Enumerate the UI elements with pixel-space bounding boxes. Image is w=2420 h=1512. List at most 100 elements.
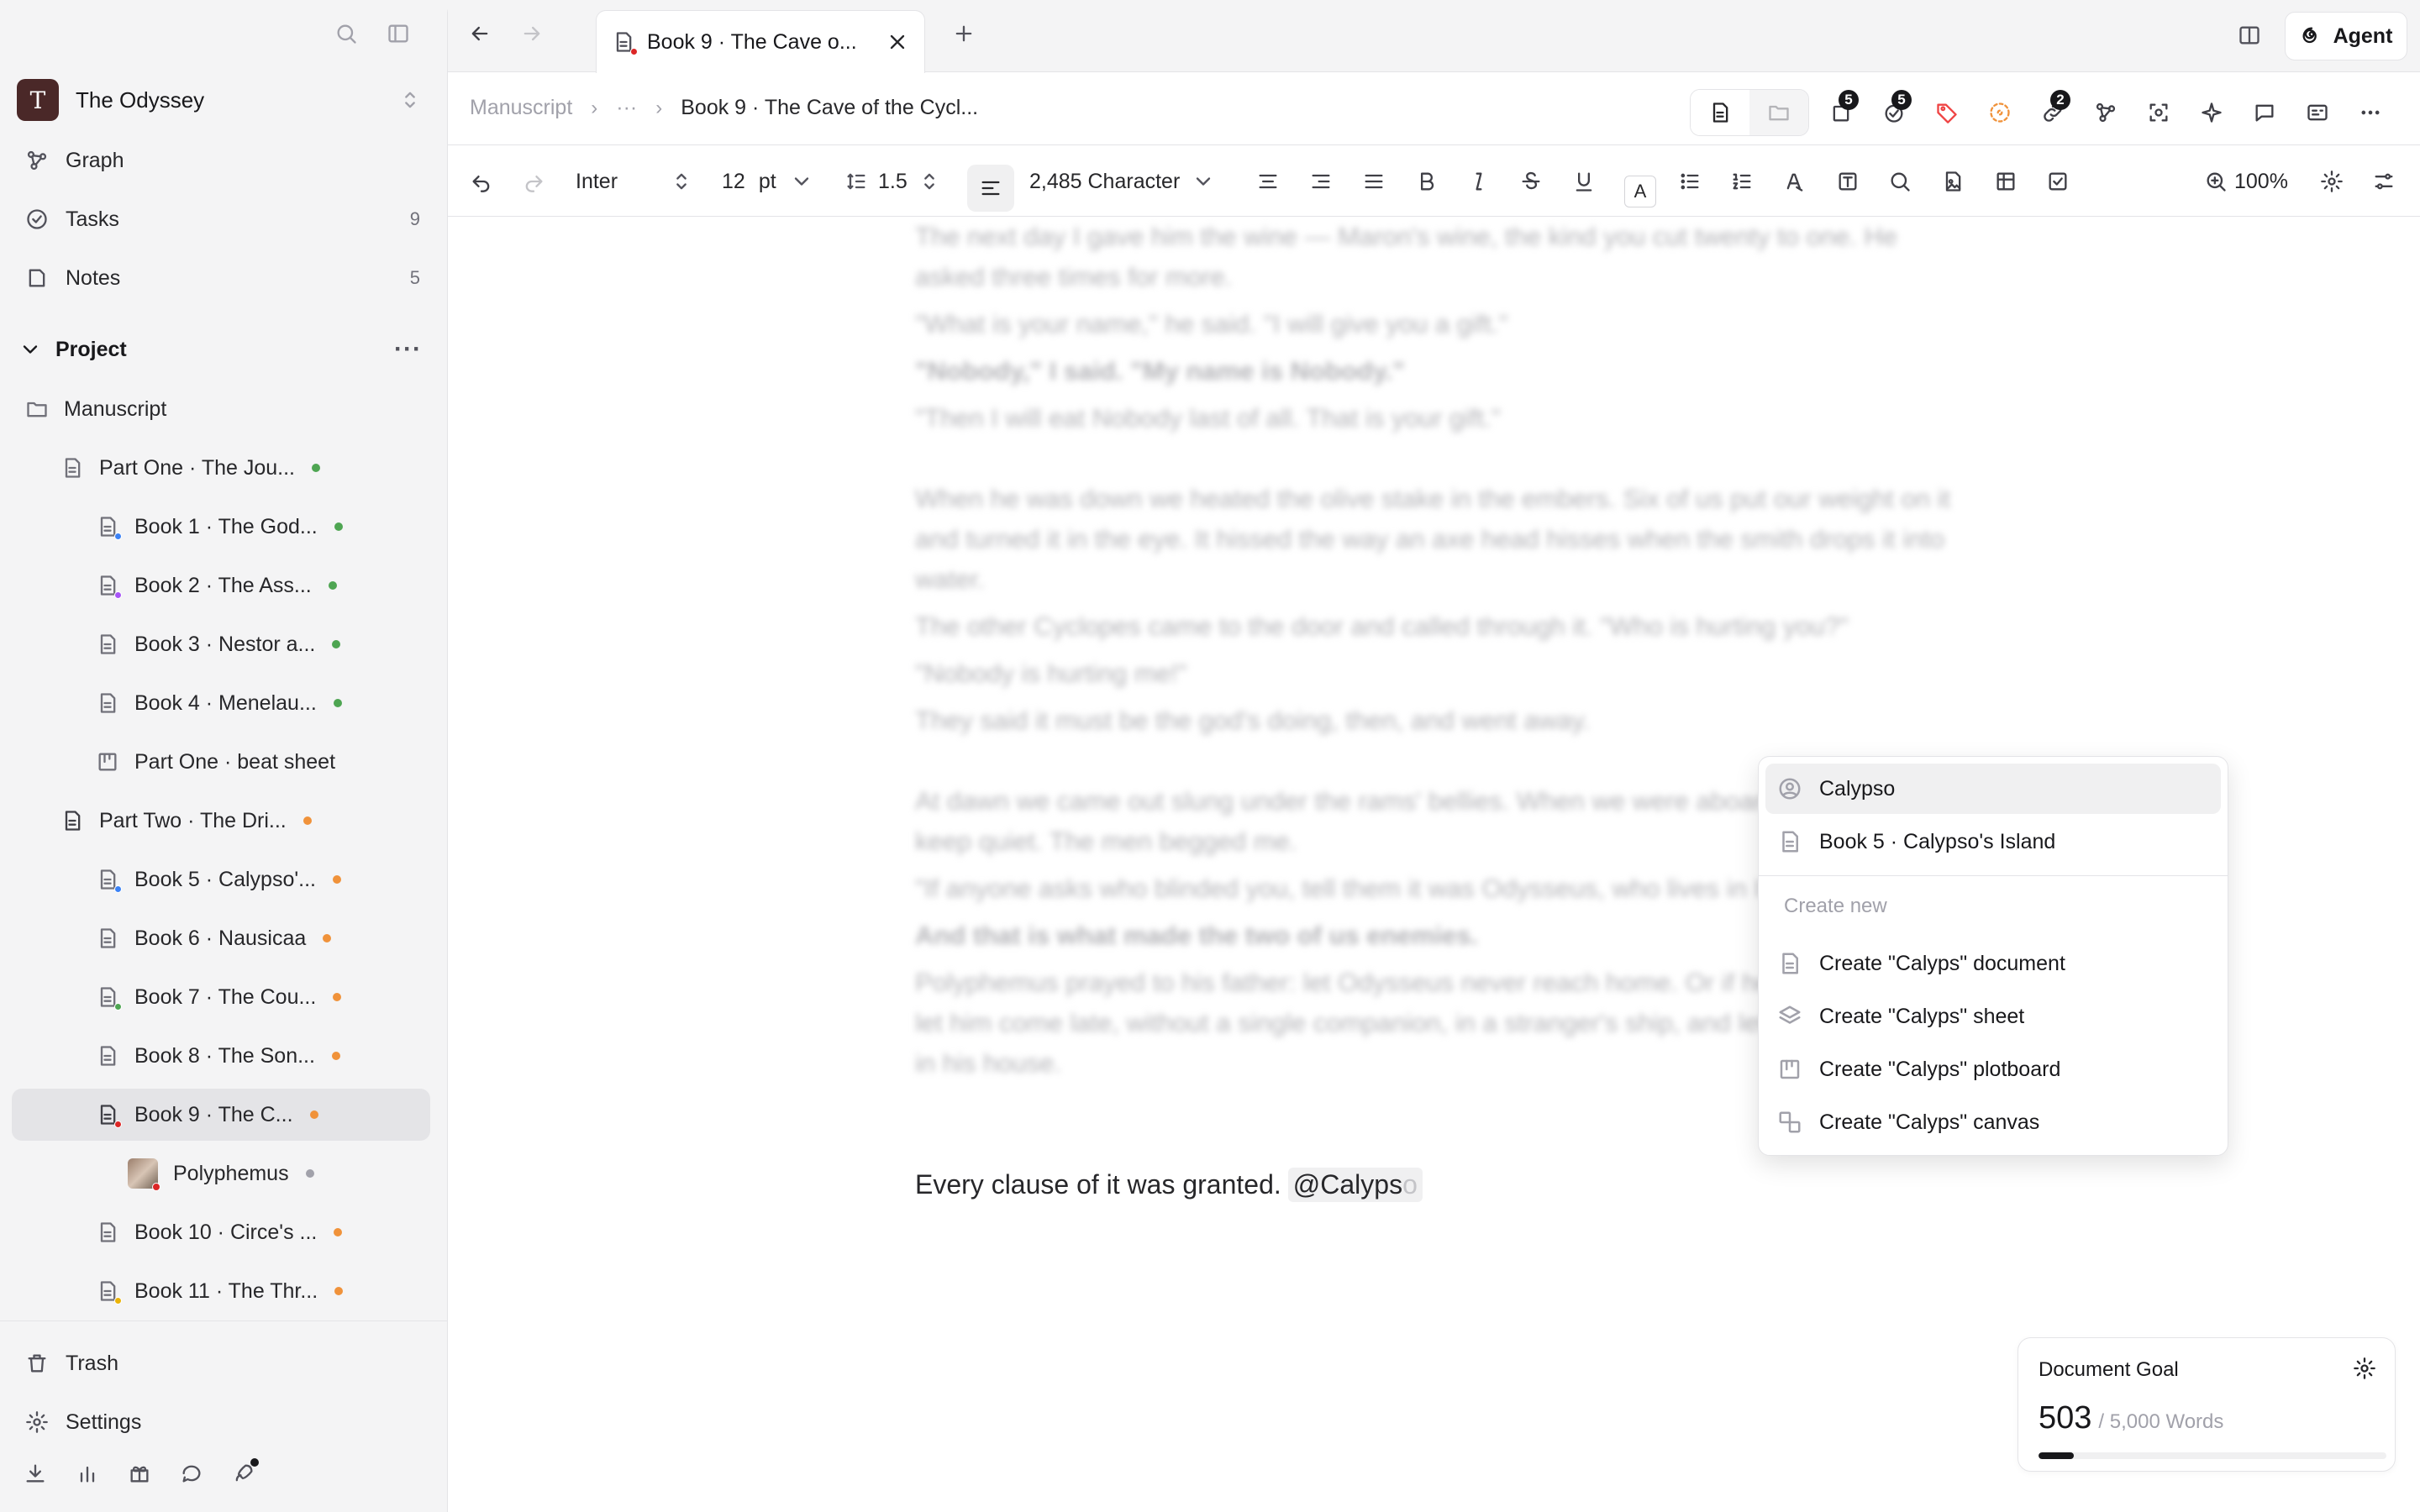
nav-notes[interactable]: Notes 5 xyxy=(25,257,420,299)
strikethrough-icon[interactable] xyxy=(1519,145,1543,218)
find-icon[interactable] xyxy=(1888,145,1912,218)
nav-trash[interactable]: Trash xyxy=(25,1342,420,1384)
font-size-select[interactable]: 12 pt xyxy=(722,145,813,218)
mention-option-calypso[interactable]: Calypso xyxy=(1765,764,2221,814)
gear-icon[interactable] xyxy=(2320,145,2344,218)
gear-icon[interactable] xyxy=(2353,1357,2376,1380)
font-size-value: 12 xyxy=(722,169,745,193)
tag-icon[interactable] xyxy=(1920,90,1973,135)
zoom-control[interactable]: 100% xyxy=(2204,145,2288,218)
tasks-icon[interactable]: 5 xyxy=(1867,90,1920,135)
sliders-icon[interactable] xyxy=(2372,145,2396,218)
links-badge: 2 xyxy=(2050,90,2070,110)
more-icon[interactable]: ··· xyxy=(394,335,422,364)
tree-item-part-one[interactable]: Part One · The Jou... xyxy=(12,442,430,494)
clear-format-icon[interactable] xyxy=(1783,145,1807,218)
sparkle-icon[interactable] xyxy=(2185,90,2238,135)
outline-icon[interactable]: 5 xyxy=(1814,90,1867,135)
tree-item-book-2[interactable]: Book 2 · The Ass... xyxy=(12,559,430,612)
tree-item-book-7[interactable]: Book 7 · The Cou... xyxy=(12,971,430,1023)
more-icon[interactable] xyxy=(2344,90,2396,135)
nav-settings[interactable]: Settings xyxy=(25,1401,420,1443)
text-box-icon[interactable] xyxy=(1836,145,1860,218)
redo-icon[interactable] xyxy=(522,145,545,218)
nav-graph[interactable]: Graph xyxy=(25,139,420,181)
current-line[interactable]: Every clause of it was granted. @Calypso xyxy=(915,1168,1423,1202)
document-view-icon[interactable] xyxy=(1691,90,1749,135)
create-document-option[interactable]: Create "Calyps" document xyxy=(1765,938,2221,989)
gift-icon[interactable] xyxy=(128,1462,151,1485)
table-icon[interactable] xyxy=(1994,145,2018,218)
sidebar-toggle-icon[interactable] xyxy=(387,22,410,45)
chat-icon[interactable] xyxy=(180,1462,203,1485)
justify-icon[interactable] xyxy=(1362,145,1386,218)
count-select[interactable]: 2,485 Character xyxy=(1029,145,1215,218)
alignment-button[interactable] xyxy=(967,145,1014,218)
stats-icon[interactable] xyxy=(76,1462,99,1485)
create-plotboard-option[interactable]: Create "Calyps" plotboard xyxy=(1765,1044,2221,1095)
breadcrumb-current: Book 9 · The Cave of the Cycl... xyxy=(681,96,979,119)
numbered-list-icon[interactable] xyxy=(1730,145,1754,218)
document-icon xyxy=(1782,831,1798,853)
tree-item-book-8[interactable]: Book 8 · The Son... xyxy=(12,1030,430,1082)
bold-icon[interactable] xyxy=(1415,145,1439,218)
tree-item-beat-sheet[interactable]: Part One · beat sheet xyxy=(12,736,430,788)
document-icon xyxy=(96,985,122,1011)
close-icon[interactable] xyxy=(886,30,909,54)
breadcrumb-root[interactable]: Manuscript xyxy=(470,96,572,120)
focus-icon[interactable] xyxy=(2132,90,2185,135)
tree-item-book-3[interactable]: Book 3 · Nestor a... xyxy=(12,618,430,670)
tree-item-book-1[interactable]: Book 1 · The God... xyxy=(12,501,430,553)
tab-book-9[interactable]: Book 9 · The Cave o... xyxy=(596,10,925,73)
checkbox-icon[interactable] xyxy=(2046,145,2070,218)
editor-paragraph: They said it must be the god's doing, th… xyxy=(915,706,1591,735)
card-icon[interactable] xyxy=(2291,90,2344,135)
comment-icon[interactable] xyxy=(2238,90,2291,135)
search-icon[interactable] xyxy=(334,22,358,45)
create-sheet-option[interactable]: Create "Calyps" sheet xyxy=(1765,991,2221,1042)
link-icon[interactable]: 2 xyxy=(2026,90,2079,135)
italic-icon[interactable] xyxy=(1467,145,1491,218)
forward-arrow-icon[interactable] xyxy=(520,22,544,45)
status-icon[interactable] xyxy=(1973,90,2026,135)
tree-item-book-6[interactable]: Book 6 · Nausicaa xyxy=(12,912,430,964)
tree-item-book-11[interactable]: Book 11 · The Thr... xyxy=(12,1265,430,1317)
project-section-header[interactable]: Project ··· xyxy=(18,329,422,370)
chevron-down-icon xyxy=(794,177,808,186)
breadcrumb-ellipsis[interactable]: ··· xyxy=(616,96,637,120)
split-view-icon[interactable] xyxy=(2238,24,2261,47)
image-icon[interactable] xyxy=(1941,145,1965,218)
workspace-switcher[interactable]: T The Odyssey xyxy=(17,79,422,121)
bullet-list-icon[interactable] xyxy=(1678,145,1702,218)
tree-item-book-4[interactable]: Book 4 · Menelau... xyxy=(12,677,430,729)
folder-view-icon[interactable] xyxy=(1749,90,1808,135)
font-family-select[interactable]: Inter xyxy=(576,145,693,218)
undo-icon[interactable] xyxy=(470,145,493,218)
mention-option-book-5[interactable]: Book 5 · Calypso's Island xyxy=(1765,816,2221,867)
plotboard-icon xyxy=(1780,1059,1800,1079)
align-right-icon[interactable] xyxy=(1309,145,1333,218)
create-canvas-option[interactable]: Create "Calyps" canvas xyxy=(1765,1097,2221,1147)
align-center-icon[interactable] xyxy=(1256,145,1280,218)
tab-title: Book 9 · The Cave o... xyxy=(647,29,857,54)
agent-button[interactable]: Agent xyxy=(2285,12,2407,60)
rocket-icon[interactable] xyxy=(232,1458,259,1485)
line-height-select[interactable]: 1.5 xyxy=(844,145,941,218)
tree-item-label: Book 7 · The Cou... xyxy=(134,984,317,1009)
back-arrow-icon[interactable] xyxy=(468,22,492,45)
tree-item-polyphemus[interactable]: Polyphemus xyxy=(12,1147,430,1200)
tree-item-book-10[interactable]: Book 10 · Circe's ... xyxy=(12,1206,430,1258)
current-line-text: Every clause of it was granted. xyxy=(915,1169,1281,1200)
status-dot xyxy=(333,699,342,707)
tree-item-book-9[interactable]: Book 9 · The C... xyxy=(12,1089,430,1141)
tree-item-book-5[interactable]: Book 5 · Calypso'... xyxy=(12,853,430,906)
tree-item-manuscript[interactable]: Manuscript xyxy=(12,383,430,435)
tree-item-part-two[interactable]: Part Two · The Dri... xyxy=(12,795,430,847)
graph-view-icon[interactable] xyxy=(2079,90,2132,135)
document-goal-card[interactable]: Document Goal 503 / 5,000 Words xyxy=(2018,1337,2396,1472)
plus-icon[interactable] xyxy=(952,22,976,45)
text-color-button[interactable]: A xyxy=(1624,145,1656,218)
download-icon[interactable] xyxy=(24,1462,47,1485)
nav-tasks[interactable]: Tasks 9 xyxy=(25,198,420,240)
underline-icon[interactable] xyxy=(1572,145,1596,218)
